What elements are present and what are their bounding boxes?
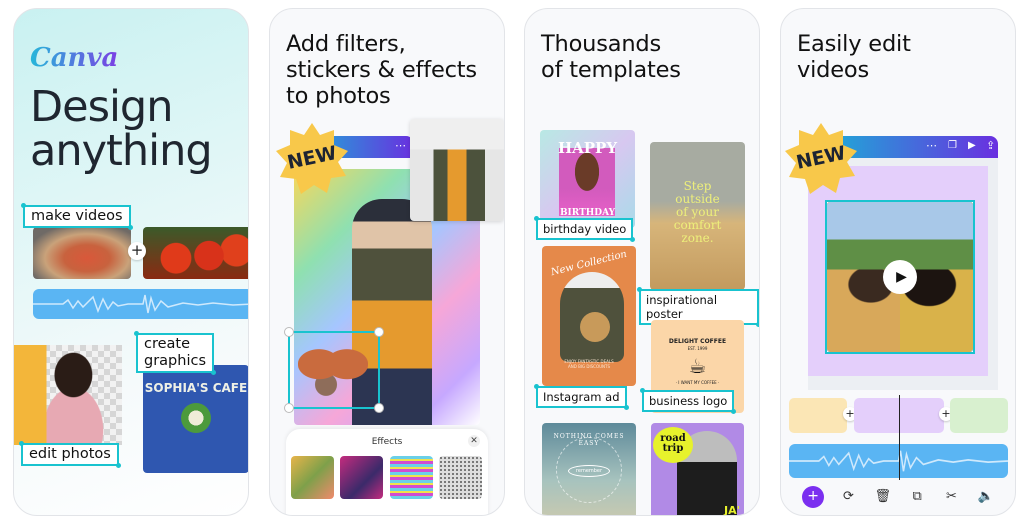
butterfly-sticker[interactable] [284, 327, 384, 413]
butterfly-image [298, 341, 368, 399]
close-icon[interactable]: ✕ [468, 435, 480, 447]
timeline-clip-3[interactable] [950, 398, 1008, 433]
headline: Easily edit videos [797, 31, 911, 83]
logo-subtitle: · I WANT MY COFFEE · [675, 380, 720, 385]
audio-waveform [33, 289, 248, 319]
tag-instagram-ad: Instagram ad [534, 384, 629, 410]
road-trip-name: JA' [724, 504, 740, 516]
screenshot-edit-videos: Easily edit videos ⋯ ❐ ▶ ⇪ ▶ NEW + + + ⟳… [780, 8, 1016, 516]
effects-title: Effects [371, 437, 403, 447]
effect-thumb-magenta[interactable] [340, 456, 383, 499]
headline: Thousands of templates [541, 31, 681, 83]
poster-text: Step outside of your comfort zone. [673, 179, 722, 245]
effect-thumb-halftone[interactable] [439, 456, 482, 499]
birthday-top-text: HAPPY [557, 139, 618, 157]
resize-handle[interactable] [374, 327, 384, 337]
template-road-trip[interactable]: road trip JA' [651, 423, 744, 516]
template-inspirational-poster[interactable]: Step outside of your comfort zone. [650, 142, 745, 290]
resize-handle[interactable] [374, 403, 384, 413]
delete-icon[interactable]: 🗑 [873, 487, 893, 507]
duplicate-icon[interactable]: ⧉ [907, 487, 927, 507]
sun-emblem [181, 403, 211, 433]
circle-text: NOTHING COMES EASY [553, 433, 625, 447]
sophias-cafe-graphic: SOPHIA'S CAFE [143, 365, 248, 473]
road-trip-title: road trip [653, 427, 693, 463]
coffee-cup-icon: ☕ [688, 354, 707, 378]
template-instagram-ad[interactable]: New Collection ENJOY FANTASTIC DEALS AND… [542, 246, 636, 386]
play-button[interactable]: ▶ [883, 260, 917, 294]
tomatoes-video-clip [143, 227, 248, 279]
effect-thumb-glitch[interactable] [390, 456, 433, 499]
logo-est: EST. 1999 [687, 346, 708, 351]
tag-birthday-video: birthday video [533, 216, 636, 242]
woman-with-camera-photo [14, 345, 122, 445]
template-nothing-comes-easy[interactable]: NOTHING COMES EASY remember [542, 423, 636, 515]
tag-edit-photos: edit photos [19, 441, 121, 468]
bottom-toolbar: + ⟳ 🗑 ⧉ ✂ 🔈 [781, 477, 1015, 515]
birthday-bottom-text: BIRTHDAY [559, 208, 616, 218]
tag-make-videos: make videos [21, 203, 133, 230]
template-birthday-video[interactable]: HAPPY BIRTHDAY [540, 130, 635, 228]
replace-icon[interactable]: ⟳ [838, 487, 858, 507]
headline: Add filters, stickers & effects to photo… [286, 31, 477, 109]
new-badge: NEW [783, 121, 859, 197]
timeline-clip-1[interactable] [789, 398, 847, 433]
original-photo [410, 119, 504, 221]
screenshot-filters-effects: Add filters, stickers & effects to photo… [269, 8, 505, 516]
new-badge: NEW [274, 121, 350, 197]
more-icon[interactable]: ⋯ [395, 139, 406, 152]
ad-subtitle: ENJOY FANTASTIC DEALS AND BIG DISCOUNTS [564, 359, 614, 369]
cafe-sign-text: SOPHIA'S CAFE [144, 381, 248, 395]
layers-icon[interactable]: ❐ [948, 140, 957, 151]
resize-handle[interactable] [284, 327, 294, 337]
playhead[interactable] [899, 395, 900, 480]
screenshot-design-anything: Canva Design anything + make videos SOPH… [13, 8, 249, 516]
share-icon[interactable]: ⇪ [986, 139, 995, 152]
logo-title: DELIGHT COFFEE [668, 338, 727, 345]
cut-icon[interactable]: ✂ [941, 487, 961, 507]
ad-basket [580, 312, 610, 342]
volume-icon[interactable]: 🔈 [976, 487, 996, 507]
headline: Design anything [30, 82, 213, 176]
add-clip-icon: + [128, 242, 146, 260]
play-icon[interactable]: ▶ [968, 140, 976, 151]
more-icon[interactable]: ⋯ [926, 139, 937, 152]
effects-panel: Effects ✕ [286, 429, 488, 515]
tag-create-graphics: create graphics [133, 331, 217, 375]
pizza-video-clip [33, 227, 131, 279]
circle-center-text: remember [568, 465, 610, 477]
birthday-portrait [559, 148, 615, 216]
couple-video-clip[interactable]: ▶ [825, 200, 975, 354]
resize-handle[interactable] [284, 403, 294, 413]
canva-logo: Canva [30, 43, 119, 73]
resize-handle[interactable] [970, 202, 973, 205]
screenshot-templates: Thousands of templates HAPPY BIRTHDAY bi… [524, 8, 760, 516]
resize-handle[interactable] [970, 349, 973, 352]
resize-handle[interactable] [827, 202, 830, 205]
add-icon[interactable]: + [802, 486, 825, 508]
effect-thumb-duotone[interactable] [291, 456, 334, 499]
resize-handle[interactable] [827, 349, 830, 352]
tag-business-logo: business logo [639, 388, 737, 414]
